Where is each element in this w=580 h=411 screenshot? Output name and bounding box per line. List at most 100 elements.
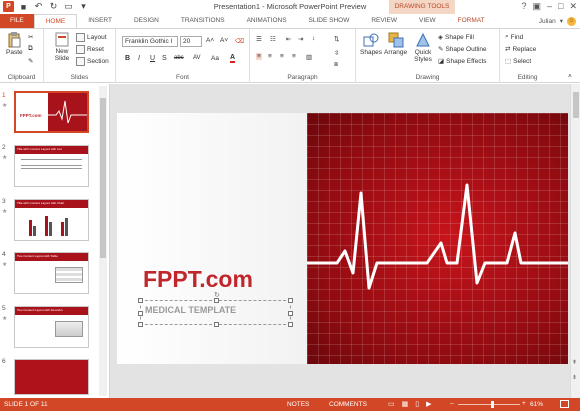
minimize-icon[interactable]: – [547,1,552,12]
tab-transitions[interactable]: TRANSITIONS [170,14,236,28]
tab-view[interactable]: VIEW [408,14,447,28]
align-center-icon[interactable]: ≡ [268,53,272,60]
tab-slide-show[interactable]: SLIDE SHOW [298,14,361,28]
resize-handle[interactable] [138,298,143,303]
paste-button[interactable]: Paste [6,32,23,56]
tab-review[interactable]: REVIEW [360,14,408,28]
previous-slide-icon[interactable]: ⇞ [572,359,577,366]
fit-to-window-icon[interactable] [560,400,569,408]
align-text-icon[interactable]: ⇳ [334,49,339,57]
feedback-smile-icon[interactable]: ☺ [567,16,576,26]
clear-formatting-icon[interactable]: ⌫ [235,37,244,45]
tab-format[interactable]: FORMAT [447,14,496,28]
next-slide-icon[interactable]: ⇟ [572,374,577,381]
maximize-icon[interactable]: □ [558,1,563,12]
increase-indent-icon[interactable]: ⇥ [298,35,303,43]
new-slide-button[interactable]: New Slide [50,32,74,62]
zoom-slider-knob[interactable] [491,401,494,408]
resize-handle[interactable] [138,322,143,327]
italic-button[interactable]: I [138,55,140,62]
shadow-button[interactable]: S [162,55,167,62]
arrange-button[interactable]: Arrange [384,32,407,56]
numbering-icon[interactable]: ☷ [270,35,276,43]
align-right-icon[interactable]: ≡ [280,53,284,60]
shape-fill-button[interactable]: ◈ Shape Fill [438,33,474,42]
zoom-in-icon[interactable]: + [522,400,526,407]
ribbon-display-icon[interactable]: ▣ [532,1,541,12]
change-case-button[interactable]: Aa [211,55,219,62]
slide-thumbnail-5[interactable]: Two Content Layout with SmartArt [14,306,89,348]
columns-icon[interactable]: ▥ [306,53,312,61]
shape-outline-button[interactable]: ✎ Shape Outline [438,45,487,54]
find-button[interactable]: ⌕ Find [505,33,523,41]
format-painter-icon[interactable]: ✎ [28,57,33,65]
section-button[interactable]: Section [76,57,109,66]
zoom-slider[interactable] [458,404,520,405]
text-direction-icon[interactable]: ⇅ [334,35,339,43]
help-icon[interactable]: ? [521,1,526,12]
comments-button[interactable]: COMMENTS [329,401,367,408]
shapes-button[interactable]: Shapes [360,32,382,56]
slide-thumbnail-2[interactable]: Title with Content Layout with List [14,145,89,187]
copy-icon[interactable]: ⧉ [28,45,33,53]
bold-button[interactable]: B [125,55,130,62]
notes-button[interactable]: NOTES [287,401,309,408]
view-buttons: ▭ ▦ ▯ ▶ [388,400,432,408]
editing-group-label: Editing [517,74,538,81]
collapse-ribbon-icon[interactable]: ˄ [568,73,572,80]
slide-show-icon[interactable]: ▶ [426,400,431,408]
slide-thumbnail-6[interactable] [14,359,89,395]
layout-button[interactable]: Layout [76,33,107,42]
strikethrough-button[interactable]: abc [174,55,184,61]
cut-icon[interactable]: ✂ [28,33,33,41]
slide-thumbnail-4[interactable]: Two Content Layout with Table [14,252,89,294]
user-account[interactable]: Julian ▾ ☺ [539,14,576,28]
bullets-icon[interactable]: ☰ [256,35,262,43]
replace-button[interactable]: ⇄ Replace [505,45,536,54]
convert-smartart-icon[interactable]: ⧈ [334,61,338,69]
tab-home[interactable]: HOME [33,14,78,28]
resize-handle[interactable] [138,311,143,316]
slide-subtitle[interactable]: MEDICAL TEMPLATE [145,305,236,315]
tab-design[interactable]: DESIGN [123,14,170,28]
shape-effects-button[interactable]: ◪ Shape Effects [438,57,487,66]
font-size-select[interactable]: 20 [180,36,202,47]
rotate-handle-icon[interactable]: ↻ [214,291,220,299]
tab-file[interactable]: FILE [0,14,34,28]
thumbnail-scrollbar[interactable] [99,86,107,396]
reading-view-icon[interactable]: ▯ [415,400,419,408]
subtitle-placeholder[interactable]: MEDICAL TEMPLATE ↻ [138,292,293,327]
slide-thumbnail-3[interactable]: Title with Content Layout with Chart [14,199,89,241]
zoom-level[interactable]: 61% [530,401,543,408]
slide-title[interactable]: FPPT.com [143,266,253,293]
shrink-font-icon[interactable]: A˅ [220,37,228,44]
zoom-out-icon[interactable]: – [450,400,454,407]
decrease-indent-icon[interactable]: ⇤ [286,35,291,43]
slide-thumbnail-1[interactable]: FPPT.com [14,91,89,133]
resize-handle[interactable] [288,298,293,303]
resize-handle[interactable] [214,322,219,327]
resize-handle[interactable] [288,322,293,327]
scrollbar-thumb[interactable] [573,92,579,118]
reset-button[interactable]: Reset [76,45,104,54]
underline-button[interactable]: U [150,55,155,62]
close-icon[interactable]: ✕ [569,1,577,12]
tab-insert[interactable]: INSERT [77,14,123,28]
font-family-select[interactable]: Franklin Gothic I [122,36,178,47]
scrollbar-thumb[interactable] [100,98,106,258]
tab-animations[interactable]: ANIMATIONS [236,14,298,28]
grow-font-icon[interactable]: A˄ [206,37,214,44]
slides-group: New Slide Layout Reset Section Slides [44,29,116,83]
font-color-button[interactable]: A [230,54,236,63]
align-left-icon[interactable]: ≡ [256,53,262,60]
current-slide[interactable]: FPPT.com MEDICAL TEMPLATE ↻ [117,113,568,364]
normal-view-icon[interactable]: ▭ [388,400,395,408]
line-spacing-icon[interactable]: ↕ [312,35,315,42]
resize-handle[interactable] [288,311,293,316]
quick-styles-button[interactable]: Quick Styles [412,32,434,63]
justify-icon[interactable]: ≡ [292,53,296,60]
slide-sorter-icon[interactable]: ▦ [402,400,409,408]
slide-scrollbar[interactable]: ⇞ ⇟ [570,84,580,398]
character-spacing-button[interactable]: AV [193,55,201,61]
select-button[interactable]: ⬚ Select [505,57,531,66]
